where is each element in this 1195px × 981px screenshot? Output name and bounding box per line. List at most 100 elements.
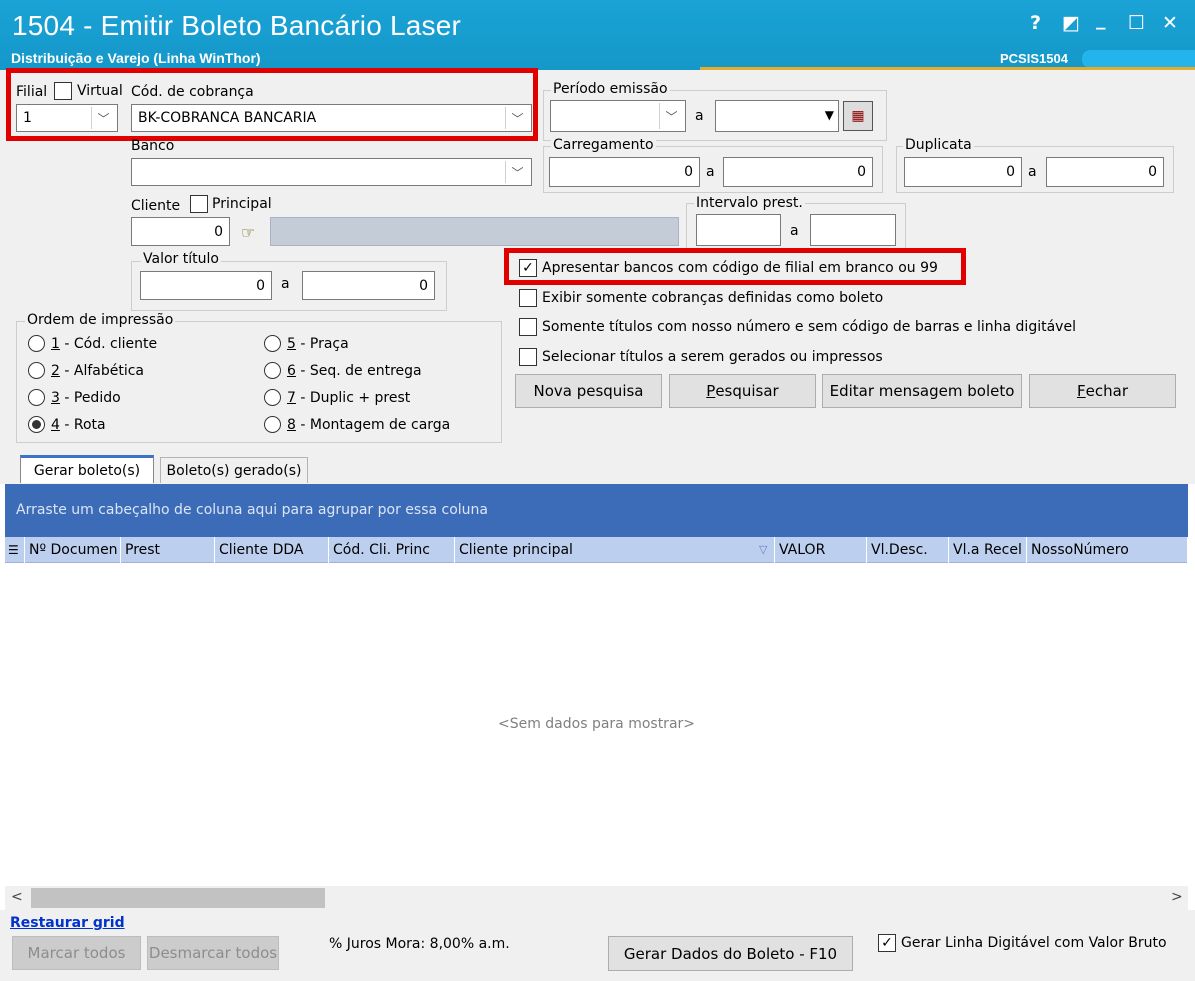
- ordem-option-2: 2 - Alfabética: [51, 363, 145, 379]
- routine-code: PCSIS1504: [1000, 51, 1068, 66]
- banco-select[interactable]: ﹀: [131, 158, 532, 186]
- gerar-dados-button[interactable]: Gerar Dados do Boleto - F10: [608, 936, 853, 971]
- minimize-button[interactable]: _: [1096, 8, 1106, 30]
- ordem-radio-5[interactable]: [264, 335, 281, 352]
- ordem-radio-6[interactable]: [264, 362, 281, 379]
- ordem-radio-1[interactable]: [28, 335, 45, 352]
- close-button[interactable]: ✕: [1162, 12, 1178, 34]
- ordem-option-5: 5 - Praça: [287, 336, 349, 352]
- scroll-left-icon[interactable]: <: [11, 889, 23, 905]
- duplicata-to-value: 0: [1148, 164, 1157, 180]
- duplicata-to[interactable]: 0: [1046, 157, 1164, 187]
- window-title: 1504 - Emitir Boleto Bancário Laser: [12, 10, 461, 41]
- ordem-radio-2[interactable]: [28, 362, 45, 379]
- cliente-label: Cliente: [131, 198, 181, 214]
- column-header[interactable]: Cód. Cli. Princ: [329, 537, 455, 563]
- valor-titulo-from[interactable]: 0: [140, 271, 272, 300]
- banco-label: Banco: [131, 138, 175, 154]
- cliente-input[interactable]: 0: [131, 217, 230, 246]
- marcar-todos-button[interactable]: Marcar todos: [12, 936, 141, 970]
- code-bar: [1082, 50, 1195, 68]
- ordem-radio-8[interactable]: [264, 416, 281, 433]
- cliente-name-field: [270, 217, 679, 246]
- principal-checkbox[interactable]: [190, 195, 208, 213]
- carregamento-from[interactable]: 0: [549, 157, 700, 187]
- periodo-from-input[interactable]: ﹀: [550, 100, 686, 132]
- ordem-radio-4[interactable]: [28, 416, 45, 433]
- intervalo-to[interactable]: [810, 214, 896, 246]
- ordem-option-7: 7 - Duplic + prest: [287, 390, 411, 406]
- tab-gerar-boletos[interactable]: Gerar boleto(s): [20, 455, 154, 483]
- grid-body[interactable]: <Sem dados para mostrar>: [5, 563, 1188, 886]
- periodo-label: Período emissão: [551, 81, 670, 97]
- duplicata-from[interactable]: 0: [904, 157, 1022, 187]
- ordem-option-4: 4 - Rota: [51, 417, 106, 433]
- scroll-right-icon[interactable]: >: [1171, 889, 1183, 905]
- column-header[interactable]: Nº Documen: [25, 537, 121, 563]
- duplicata-label: Duplicata: [903, 137, 974, 153]
- column-header[interactable]: Vl.Desc.: [867, 537, 949, 563]
- carregamento-to[interactable]: 0: [723, 157, 873, 187]
- ordem-label: Ordem de impressão: [25, 312, 176, 328]
- search-client-icon[interactable]: ☞: [232, 219, 264, 245]
- editar-mensagem-button[interactable]: Editar mensagem boleto: [822, 374, 1022, 408]
- fechar-button[interactable]: Fechar: [1029, 374, 1176, 408]
- option-label-3: Somente títulos com nosso número e sem c…: [542, 319, 1076, 335]
- restore-icon[interactable]: ◩: [1062, 12, 1080, 34]
- option-label-2: Exibir somente cobranças definidas como …: [542, 290, 884, 306]
- filter-icon[interactable]: ▽: [755, 537, 775, 563]
- restaurar-grid-link[interactable]: Restaurar grid: [10, 915, 125, 931]
- principal-label: Principal: [212, 196, 272, 212]
- valor-titulo-to-value: 0: [419, 277, 428, 294]
- valor-titulo-from-value: 0: [256, 277, 265, 294]
- gerar-linha-label: Gerar Linha Digitável com Valor Bruto: [901, 935, 1167, 951]
- tab-boletos-gerados[interactable]: Boleto(s) gerado(s): [160, 457, 308, 483]
- option-checkbox-2[interactable]: [519, 289, 537, 307]
- valor-titulo-to[interactable]: 0: [302, 271, 435, 300]
- periodo-to-input[interactable]: ▼: [715, 100, 839, 132]
- ordem-radio-7[interactable]: [264, 389, 281, 406]
- group-by-panel[interactable]: Arraste um cabeçalho de coluna aqui para…: [5, 484, 1188, 537]
- carregamento-sep: a: [706, 164, 715, 180]
- valor-titulo-sep: a: [281, 276, 290, 292]
- nova-pesquisa-button[interactable]: Nova pesquisa: [515, 374, 662, 408]
- option-label-4: Selecionar títulos a serem gerados ou im…: [542, 349, 883, 365]
- gerar-linha-checkbox[interactable]: ✓: [878, 934, 896, 952]
- scroll-thumb[interactable]: [31, 888, 325, 908]
- calendar-icon[interactable]: ▦: [843, 101, 873, 131]
- cliente-value: 0: [214, 223, 223, 240]
- column-header[interactable]: VALOR: [775, 537, 867, 563]
- empty-message: <Sem dados para mostrar>: [497, 716, 696, 732]
- column-chooser-icon[interactable]: ☰: [5, 537, 25, 563]
- duplicata-from-value: 0: [1006, 164, 1015, 180]
- duplicata-sep: a: [1028, 164, 1037, 180]
- ordem-radio-3[interactable]: [28, 389, 45, 406]
- maximize-button[interactable]: ☐: [1128, 12, 1145, 34]
- horizontal-scrollbar[interactable]: < >: [5, 886, 1188, 910]
- option-label-1: Apresentar bancos com código de filial e…: [542, 260, 938, 276]
- option-checkbox-4[interactable]: [519, 348, 537, 366]
- grid-header: ☰ Nº Documen Prest Cliente DDA Cód. Cli.…: [5, 537, 1188, 563]
- intervalo-from[interactable]: [696, 214, 781, 246]
- highlight-box: [6, 68, 538, 141]
- title-bar: 1504 - Emitir Boleto Bancário Laser Dist…: [0, 0, 1195, 70]
- column-header[interactable]: NossoNúmero: [1027, 537, 1188, 563]
- chevron-down-icon[interactable]: ﹀: [659, 103, 683, 129]
- help-button[interactable]: ?: [1030, 12, 1041, 34]
- desmarcar-todos-button[interactable]: Desmarcar todos: [147, 936, 279, 970]
- carregamento-from-value: 0: [684, 164, 693, 180]
- column-header[interactable]: Cliente principal: [455, 537, 775, 563]
- column-header[interactable]: Prest: [121, 537, 215, 563]
- juros-mora-text: % Juros Mora: 8,00% a.m.: [329, 936, 510, 952]
- ordem-option-6: 6 - Seq. de entrega: [287, 363, 422, 379]
- carregamento-label: Carregamento: [551, 137, 656, 153]
- column-header[interactable]: Cliente DDA: [215, 537, 329, 563]
- chevron-down-icon[interactable]: ﹀: [505, 161, 529, 183]
- column-header[interactable]: Vl.a Recel: [949, 537, 1027, 563]
- window-subtitle: Distribuição e Varejo (Linha WinThor): [11, 50, 261, 66]
- option-checkbox-3[interactable]: [519, 318, 537, 336]
- option-checkbox-1[interactable]: ✓: [519, 259, 537, 277]
- ordem-option-1: 1 - Cód. cliente: [51, 336, 158, 352]
- pesquisar-button[interactable]: Pesquisar: [669, 374, 816, 408]
- caret-down-icon[interactable]: ▼: [825, 108, 834, 122]
